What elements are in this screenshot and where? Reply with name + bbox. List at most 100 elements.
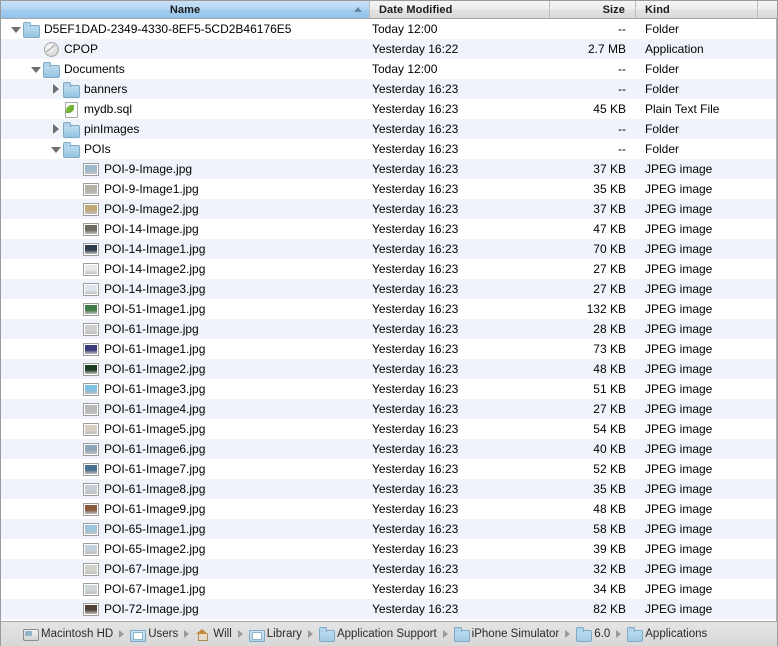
row-cell-size: 35 KB: [593, 182, 626, 196]
table-row[interactable]: POI-65-Image1.jpg Yesterday 16:23 58 KB JPE…: [1, 519, 776, 539]
file-name-label: POI-72-Image.jpg: [104, 602, 199, 616]
row-cell-name: POI-9-Image2.jpg: [1, 199, 370, 219]
table-row[interactable]: POIs Yesterday 16:23 -- Folder: [1, 139, 776, 159]
row-cell-name: POI-65-Image2.jpg: [1, 539, 370, 559]
table-row[interactable]: POI-14-Image2.jpg Yesterday 16:23 27 KB JPE…: [1, 259, 776, 279]
row-cell-date-modified: Yesterday 16:23: [372, 82, 459, 96]
breadcrumb-label: iPhone Simulator: [471, 628, 560, 640]
table-row[interactable]: POI-14-Image1.jpg Yesterday 16:23 70 KB JPE…: [1, 239, 776, 259]
table-row[interactable]: POI-74-Image.jpgYesterday 16:2377 KBJPEG…: [1, 619, 776, 621]
breadcrumb-item[interactable]: Application Support: [318, 627, 437, 642]
table-row[interactable]: POI-65-Image2.jpg Yesterday 16:23 39 KB JPE…: [1, 539, 776, 559]
breadcrumb-item[interactable]: Library: [248, 627, 302, 642]
table-row[interactable]: POI-61-Image7.jpg Yesterday 16:23 52 KB JPE…: [1, 459, 776, 479]
row-cell-date-modified: Yesterday 16:23: [372, 162, 459, 176]
jpeg-thumbnail-icon: [83, 323, 99, 336]
row-cell-date-modified: Yesterday 16:23: [372, 282, 459, 296]
table-row[interactable]: POI-9-Image1.jpg Yesterday 16:23 35 KB JPEG…: [1, 179, 776, 199]
column-header-date-modified[interactable]: Date Modified: [370, 1, 550, 18]
folder-icon: [63, 81, 80, 98]
table-row[interactable]: CPOP Yesterday 16:22 2.7 MB Application: [1, 39, 776, 59]
disclosure-triangle-closed-icon[interactable]: [49, 119, 63, 139]
table-row[interactable]: POI-61-Image4.jpg Yesterday 16:23 27 KB JPE…: [1, 399, 776, 419]
table-row[interactable]: POI-67-Image.jpg Yesterday 16:23 32 KB JPEG…: [1, 559, 776, 579]
breadcrumb-item[interactable]: Users: [130, 627, 178, 642]
table-row[interactable]: POI-61-Image.jpg Yesterday 16:23 28 KB JPEG…: [1, 319, 776, 339]
breadcrumb-item[interactable]: Will: [195, 627, 232, 641]
disclosure-triangle-closed-icon[interactable]: [49, 79, 63, 99]
file-name-label: POI-61-Image3.jpg: [104, 382, 206, 396]
table-row[interactable]: Documents Today 12:00 -- Folder: [1, 59, 776, 79]
table-row[interactable]: POI-61-Image9.jpg Yesterday 16:23 48 KB JPE…: [1, 499, 776, 519]
row-cell-date-modified: Yesterday 16:23: [372, 562, 459, 576]
table-row[interactable]: D5EF1DAD-2349-4330-8EF5-5CD2B46176E5 Toda…: [1, 19, 776, 39]
row-cell-size: 54 KB: [593, 422, 626, 436]
jpeg-thumbnail-icon: [83, 523, 99, 536]
breadcrumb-separator-icon: [442, 630, 448, 638]
jpeg-thumbnail-icon: [83, 443, 99, 456]
row-cell-kind: JPEG image: [645, 202, 713, 216]
thumbnail-preview: [85, 505, 97, 514]
jpeg-thumbnail-icon: [83, 223, 99, 236]
thumbnail-preview: [85, 245, 97, 254]
table-row[interactable]: POI-51-Image1.jpg Yesterday 16:23 132 KB JP…: [1, 299, 776, 319]
table-row[interactable]: mydb.sql Yesterday 16:23 45 KB Plain Text F…: [1, 99, 776, 119]
table-row[interactable]: POI-14-Image.jpg Yesterday 16:23 47 KB JPEG…: [1, 219, 776, 239]
file-list-scroll-area[interactable]: D5EF1DAD-2349-4330-8EF5-5CD2B46176E5 Toda…: [1, 19, 777, 621]
table-row[interactable]: banners Yesterday 16:23 -- Folder: [1, 79, 776, 99]
row-cell-size: 37 KB: [593, 162, 626, 176]
breadcrumb-item[interactable]: iPhone Simulator: [453, 627, 560, 642]
jpeg-thumbnail-icon: [83, 303, 99, 316]
table-row[interactable]: POI-61-Image3.jpg Yesterday 16:23 51 KB JPE…: [1, 379, 776, 399]
file-name-label: POI-9-Image.jpg: [104, 162, 193, 176]
row-cell-kind: Plain Text File: [645, 102, 720, 116]
row-cell-kind: JPEG image: [645, 482, 713, 496]
row-cell-size: 47 KB: [593, 222, 626, 236]
table-row[interactable]: POI-61-Image5.jpg Yesterday 16:23 54 KB JPE…: [1, 419, 776, 439]
row-cell-size: --: [618, 22, 626, 36]
row-cell-name: POI-61-Image6.jpg: [1, 439, 370, 459]
table-row[interactable]: POI-61-Image1.jpg Yesterday 16:23 73 KB JPE…: [1, 339, 776, 359]
breadcrumb-item[interactable]: 6.0: [576, 627, 610, 642]
breadcrumb-item[interactable]: Applications: [627, 627, 707, 642]
column-header-name[interactable]: Name: [1, 1, 370, 18]
table-row[interactable]: POI-9-Image.jpg Yesterday 16:23 37 KB JPEG …: [1, 159, 776, 179]
thumbnail-preview: [85, 325, 97, 334]
table-row[interactable]: POI-61-Image8.jpg Yesterday 16:23 35 KB JPE…: [1, 479, 776, 499]
row-cell-name: POIs: [1, 139, 370, 159]
row-cell-date-modified: Yesterday 16:23: [372, 142, 459, 156]
table-row[interactable]: POI-61-Image6.jpg Yesterday 16:23 40 KB JPE…: [1, 439, 776, 459]
table-row[interactable]: POI-67-Image1.jpg Yesterday 16:23 34 KB JPE…: [1, 579, 776, 599]
breadcrumb-item[interactable]: Macintosh HD: [23, 627, 113, 641]
disclosure-triangle-open-icon[interactable]: [49, 139, 63, 159]
row-cell-date-modified: Yesterday 16:23: [372, 442, 459, 456]
row-cell-kind: JPEG image: [645, 182, 713, 196]
row-cell-kind: JPEG image: [645, 302, 713, 316]
table-row[interactable]: pinImages Yesterday 16:23 -- Folder: [1, 119, 776, 139]
jpeg-thumbnail-icon: [83, 203, 99, 216]
folder-icon: [318, 627, 335, 642]
column-header-name-label: Name: [169, 3, 201, 16]
finder-window: Name Date Modified Size Kind D5EF1DAD-23…: [0, 0, 778, 646]
file-name-label: mydb.sql: [84, 102, 133, 116]
column-header-size[interactable]: Size: [550, 1, 636, 18]
hard-disk-icon: [23, 627, 39, 641]
column-header-kind[interactable]: Kind: [636, 1, 758, 18]
column-header-date-label: Date Modified: [379, 3, 453, 16]
disclosure-triangle-open-icon[interactable]: [29, 59, 43, 79]
folder-icon: [63, 121, 80, 138]
table-row[interactable]: POI-72-Image.jpg Yesterday 16:23 82 KB JPEG…: [1, 599, 776, 619]
thumbnail-preview: [85, 165, 97, 174]
table-row[interactable]: POI-61-Image2.jpg Yesterday 16:23 48 KB JPE…: [1, 359, 776, 379]
disclosure-triangle-open-icon[interactable]: [9, 19, 23, 39]
thumbnail-preview: [85, 485, 97, 494]
row-cell-kind: JPEG image: [645, 242, 713, 256]
table-row[interactable]: POI-14-Image3.jpg Yesterday 16:23 27 KB JPE…: [1, 279, 776, 299]
table-row[interactable]: POI-9-Image2.jpg Yesterday 16:23 37 KB JPEG…: [1, 199, 776, 219]
column-header-size-label: Size: [602, 3, 625, 16]
